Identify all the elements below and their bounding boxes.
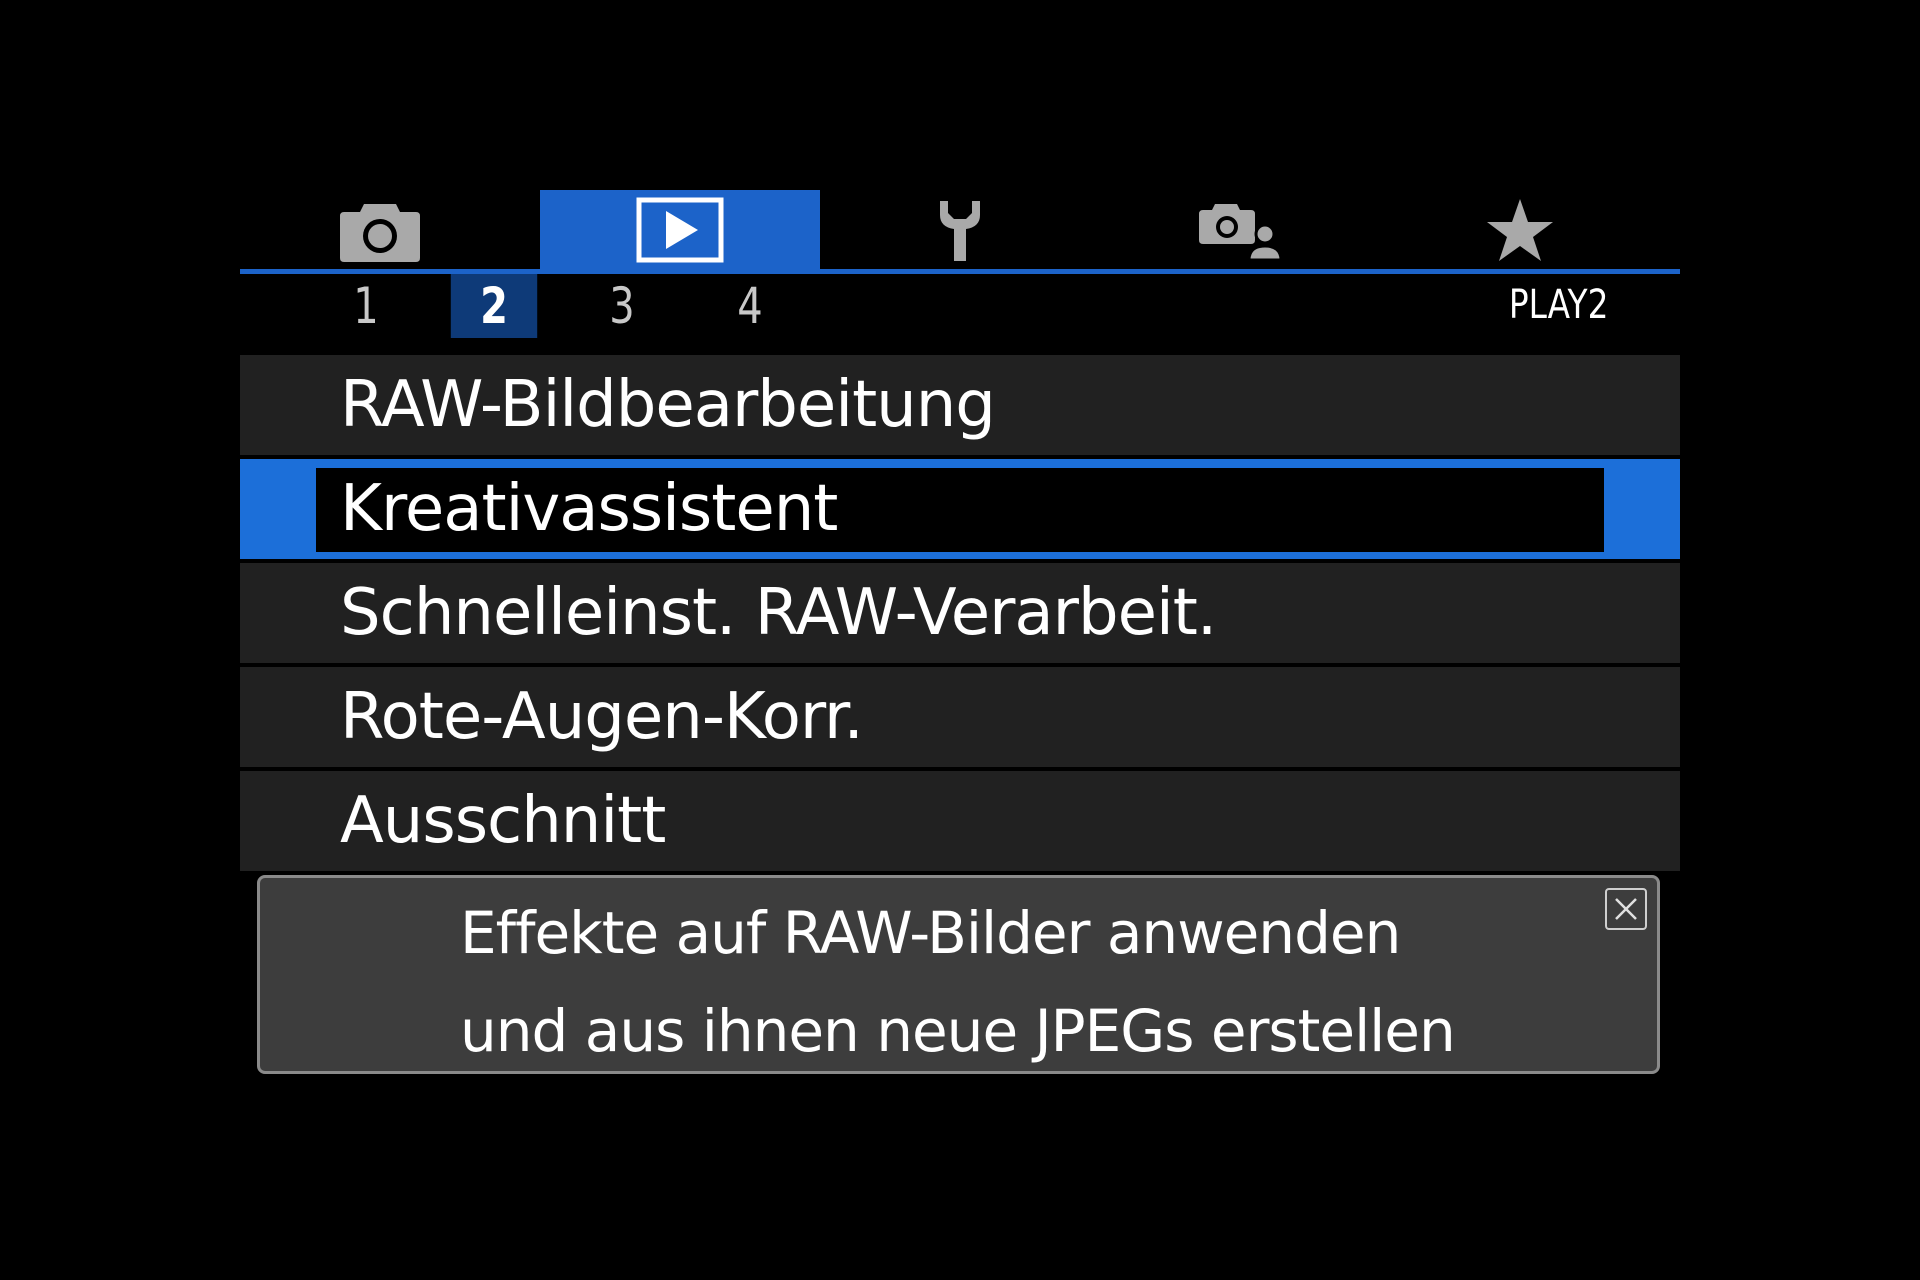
subtab-1[interactable]: 1 xyxy=(323,274,409,338)
close-icon xyxy=(1615,898,1637,920)
help-line-2: und aus ihnen neue JPEGs erstellen xyxy=(460,997,1456,1065)
star-icon xyxy=(1487,198,1553,261)
menu-item-ausschnitt[interactable]: Ausschnitt xyxy=(240,771,1680,871)
help-line-1: Effekte auf RAW-Bilder anwenden xyxy=(460,899,1401,967)
tab-shooting[interactable] xyxy=(240,190,520,269)
menu-item-raw-bildbearbeitung[interactable]: RAW-Bildbearbeitung xyxy=(240,355,1680,455)
help-tooltip: Effekte auf RAW-Bilder anwenden und aus … xyxy=(257,875,1660,1074)
tab-bar xyxy=(240,190,1680,269)
menu-item-label: Rote-Augen-Korr. xyxy=(340,680,864,754)
menu-list: RAW-Bildbearbeitung Kreativassistent Sch… xyxy=(240,355,1680,875)
subtab-3[interactable]: 3 xyxy=(579,274,665,338)
subtab-4[interactable]: 4 xyxy=(707,274,793,338)
camera-menu-screen: 1 2 3 4 PLAY2 RAW-Bildbearbeitung Kreati… xyxy=(240,190,1680,1080)
menu-item-kreativassistent[interactable]: Kreativassistent xyxy=(240,459,1680,559)
tab-playback[interactable] xyxy=(540,190,820,269)
tab-setup[interactable] xyxy=(820,190,1100,269)
subpage-row: 1 2 3 4 PLAY2 xyxy=(240,274,1680,344)
camera-icon xyxy=(340,203,420,262)
menu-item-label: Kreativassistent xyxy=(340,472,838,546)
menu-item-rote-augen-korr[interactable]: Rote-Augen-Korr. xyxy=(240,667,1680,767)
menu-item-label: RAW-Bildbearbeitung xyxy=(340,368,996,442)
wrench-icon xyxy=(940,200,980,261)
menu-item-schnelleinst-raw[interactable]: Schnelleinst. RAW-Verarbeit. xyxy=(240,563,1680,663)
tab-custom[interactable] xyxy=(1100,190,1380,269)
subtab-2[interactable]: 2 xyxy=(450,274,538,338)
custom-camera-person-icon xyxy=(1199,203,1281,260)
tab-my-menu[interactable] xyxy=(1380,190,1660,269)
close-help-button[interactable] xyxy=(1605,888,1647,930)
play-icon xyxy=(636,197,724,262)
menu-item-label: Ausschnitt xyxy=(340,784,666,858)
help-text: Effekte auf RAW-Bilder anwenden und aus … xyxy=(460,884,1456,1080)
menu-item-label: Schnelleinst. RAW-Verarbeit. xyxy=(340,576,1217,650)
page-label: PLAY2 xyxy=(1508,282,1608,328)
